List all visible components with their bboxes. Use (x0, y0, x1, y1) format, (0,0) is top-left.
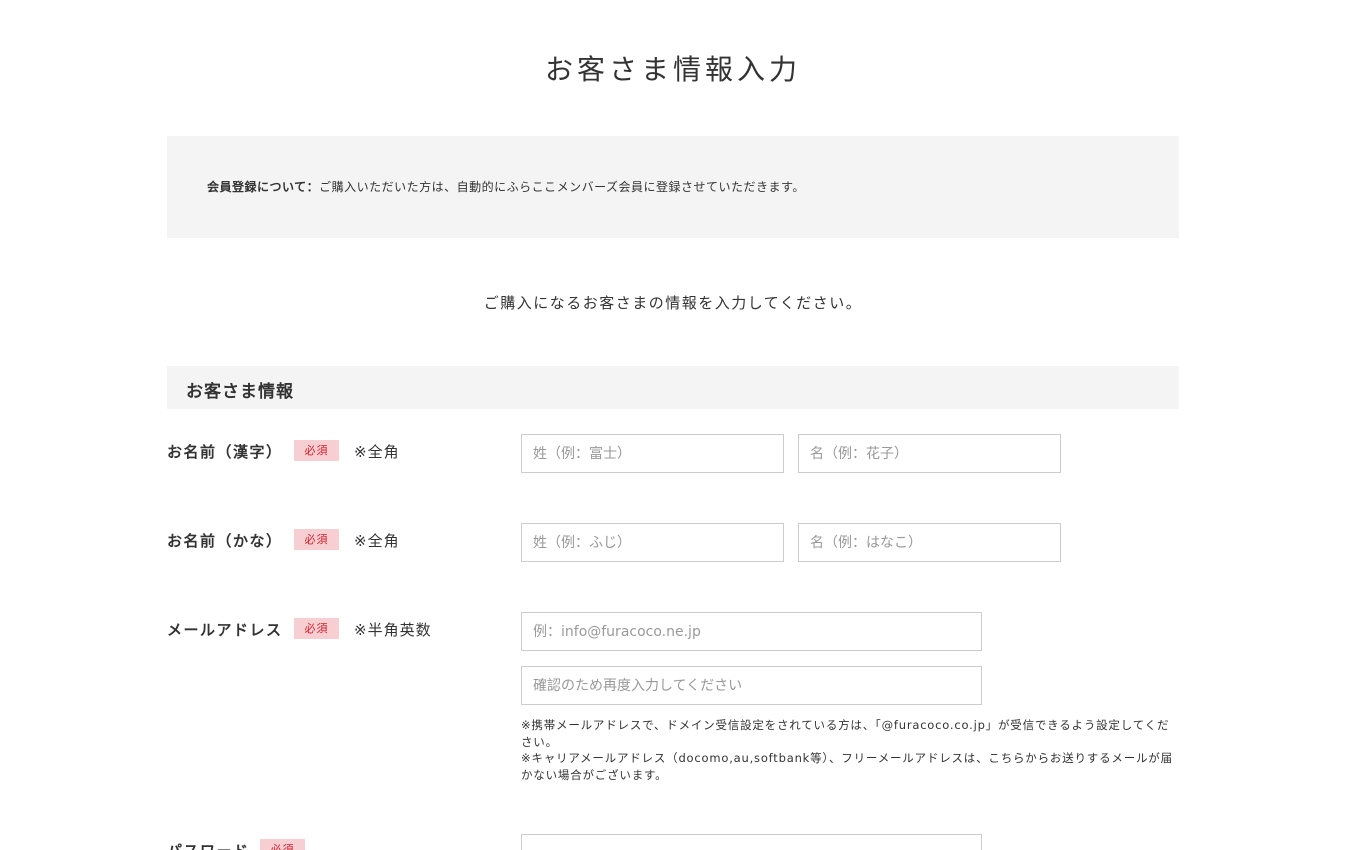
required-badge: 必須 (294, 529, 339, 550)
section-header-customer-info: お客さま情報 (167, 366, 1179, 409)
email-notes: ※携帯メールアドレスで、ドメイン受信設定をされている方は、「@furacoco.… (521, 717, 1179, 783)
membership-notice-text: 会員登録について：ご購入いただいた方は、自動的にふらここメンバーズ会員に登録させ… (207, 178, 805, 195)
section-title: お客さま情報 (186, 382, 294, 402)
field-row-password: パスワード 必須 (167, 834, 1179, 850)
password-input[interactable] (521, 834, 982, 850)
first-name-kana-input[interactable] (798, 523, 1061, 562)
membership-notice-label: 会員登録について： (207, 180, 320, 194)
field-row-name-kana: お名前（かな） 必須 ※全角 (167, 523, 1179, 570)
page-title: お客さま情報入力 (544, 53, 801, 86)
password-label: パスワード (167, 840, 250, 850)
required-badge: 必須 (294, 440, 339, 461)
email-hint: ※半角英数 (354, 621, 432, 639)
required-badge: 必須 (294, 618, 339, 639)
last-name-kanji-input[interactable] (521, 434, 784, 473)
customer-info-page: お客さま情報入力 会員登録について：ご購入いただいた方は、自動的にふらここメンバ… (0, 0, 1346, 850)
email-input[interactable] (521, 612, 982, 651)
email-note-carrier: ※キャリアメールアドレス（docomo,au,softbank等）、フリーメール… (521, 751, 1173, 782)
name-kanji-label: お名前（漢字） (167, 443, 283, 461)
first-name-kanji-input[interactable] (798, 434, 1061, 473)
email-label: メールアドレス (167, 621, 283, 639)
form-lead-text: ご購入になるお客さまの情報を入力してください。 (483, 294, 863, 312)
name-kanji-hint: ※全角 (354, 443, 400, 461)
email-note-domain: ※携帯メールアドレスで、ドメイン受信設定をされている方は、「@furacoco.… (521, 718, 1170, 749)
field-row-email: メールアドレス 必須 ※半角英数 ※携帯メールアドレスで、ドメイン受信設定をされ… (167, 612, 1179, 799)
last-name-kana-input[interactable] (521, 523, 784, 562)
required-badge: 必須 (260, 839, 305, 850)
membership-notice-body: ご購入いただいた方は、自動的にふらここメンバーズ会員に登録させていただきます。 (319, 180, 805, 194)
field-row-name-kanji: お名前（漢字） 必須 ※全角 (167, 434, 1179, 481)
name-kana-label: お名前（かな） (167, 532, 283, 550)
email-confirm-input[interactable] (521, 666, 982, 705)
name-kana-hint: ※全角 (354, 532, 400, 550)
membership-notice: 会員登録について：ご購入いただいた方は、自動的にふらここメンバーズ会員に登録させ… (167, 136, 1179, 238)
